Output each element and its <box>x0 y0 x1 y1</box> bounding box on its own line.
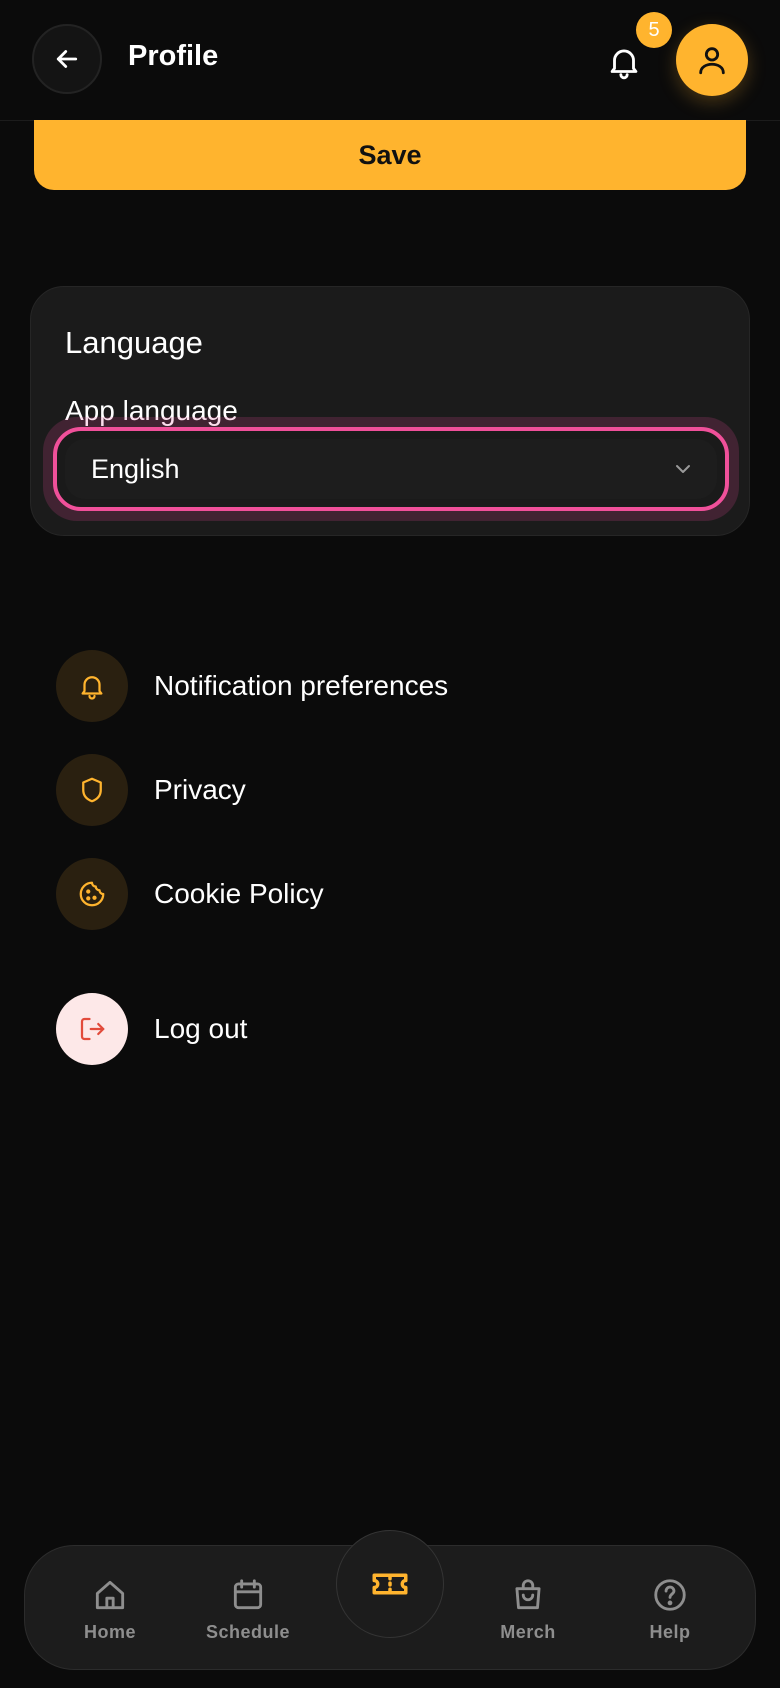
ticket-icon <box>372 1573 408 1595</box>
menu-item-label: Notification preferences <box>154 670 449 701</box>
shopping-bag-icon <box>515 1579 541 1610</box>
shield-icon <box>82 777 102 803</box>
nav-label: Merch <box>500 1622 556 1642</box>
chevron-down-icon <box>676 465 690 473</box>
language-section-title: Language <box>65 325 203 360</box>
logout-label: Log out <box>154 1013 248 1044</box>
top-bar: Profile 5 <box>0 0 780 121</box>
home-icon <box>95 1580 125 1610</box>
arrow-left-icon <box>56 50 78 68</box>
back-button[interactable] <box>32 24 102 94</box>
menu-icon-container <box>56 754 128 826</box>
tickets-button[interactable] <box>336 1530 444 1638</box>
user-icon <box>699 47 725 75</box>
save-button[interactable]: Save <box>34 120 746 190</box>
nav-label: Home <box>83 1622 136 1642</box>
app-language-select[interactable]: English <box>53 427 729 511</box>
nav-item-schedule[interactable]: Schedule <box>193 1576 303 1643</box>
menu-item-notification-preferences[interactable]: Notification preferences <box>56 650 448 722</box>
menu-icon-container <box>56 993 128 1065</box>
logout-button[interactable]: Log out <box>56 993 247 1065</box>
nav-label: Schedule <box>205 1622 291 1642</box>
menu-icon-container <box>56 650 128 722</box>
selected-language-value: English <box>91 453 180 484</box>
bell-icon <box>610 49 638 80</box>
menu-item-label: Privacy <box>154 774 246 805</box>
nav-label: Help <box>649 1622 691 1642</box>
menu-item-cookie-policy[interactable]: Cookie Policy <box>56 858 324 930</box>
select-value-container: English <box>65 439 717 499</box>
cookie-icon <box>79 881 105 907</box>
nav-item-help[interactable]: Help <box>615 1576 725 1643</box>
nav-item-merch[interactable]: Merch <box>473 1576 583 1643</box>
menu-item-privacy[interactable]: Privacy <box>56 754 246 826</box>
help-icon <box>654 1579 686 1611</box>
logout-icon <box>80 1017 105 1041</box>
notification-badge: 5 <box>636 12 672 48</box>
page-title: Profile <box>128 40 219 72</box>
calendar-icon <box>233 1579 263 1610</box>
menu-item-label: Cookie Policy <box>154 878 324 909</box>
bell-icon <box>81 676 103 700</box>
language-card: Language App language English <box>30 286 750 536</box>
menu-icon-container <box>56 858 128 930</box>
nav-item-home[interactable]: Home <box>55 1576 165 1643</box>
profile-avatar-button[interactable] <box>676 24 748 96</box>
